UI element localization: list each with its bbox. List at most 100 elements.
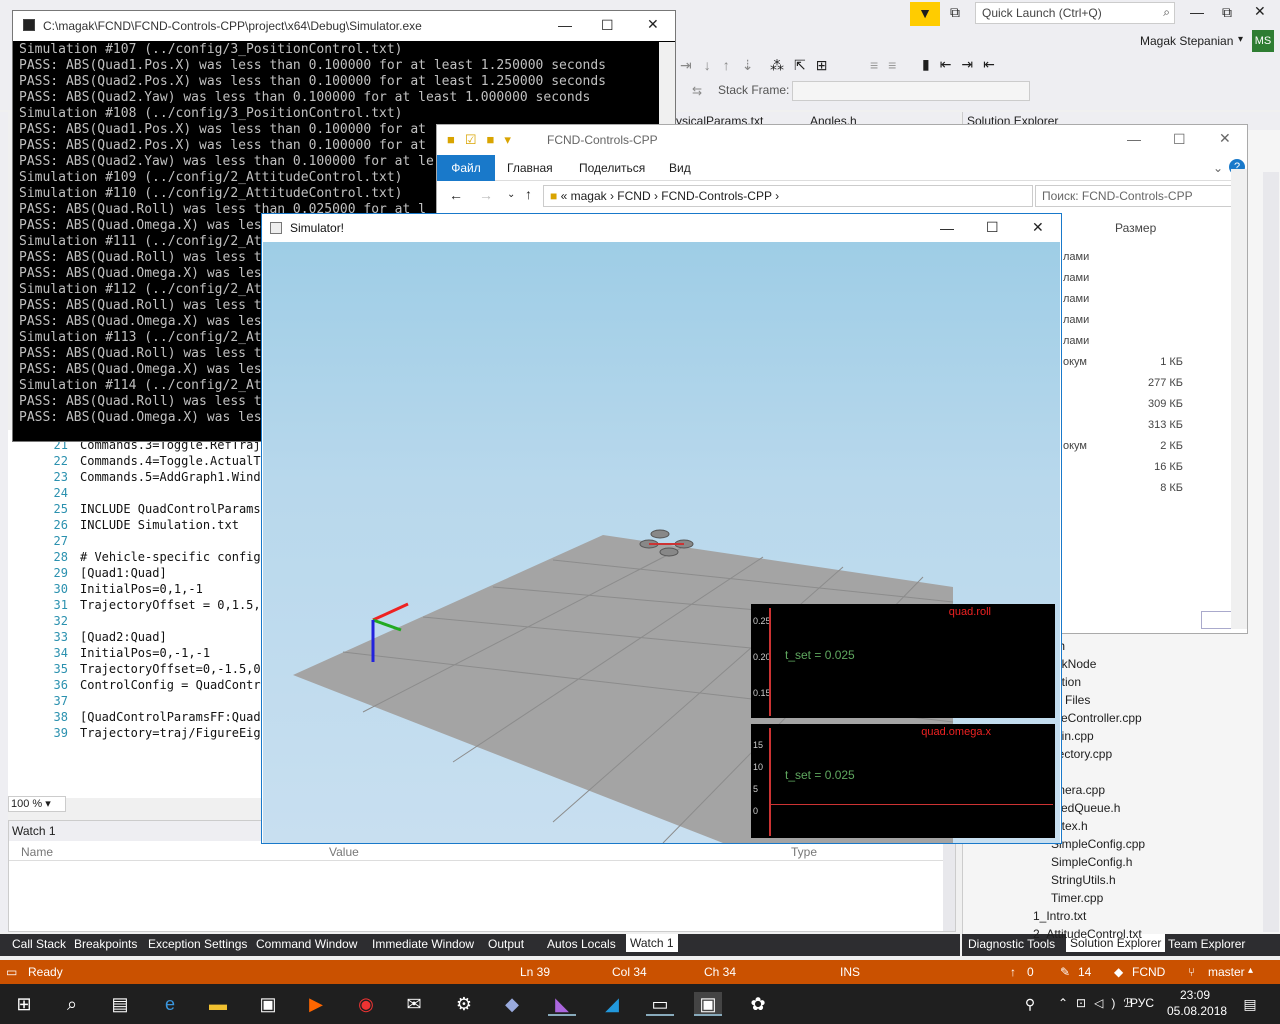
tree-item[interactable]: mera.cpp xyxy=(1055,783,1105,797)
recent-chevron-icon[interactable]: ⌄ xyxy=(507,189,515,200)
path-magak[interactable]: magak xyxy=(571,189,607,203)
repo-icon[interactable]: ◆ xyxy=(1114,965,1123,979)
code-line[interactable]: INCLUDE Simulation.txt xyxy=(80,518,239,532)
tray-icons[interactable]: ⌃⊡◁)ℬ xyxy=(1058,996,1141,1010)
code-line[interactable]: [Quad2:Quad] xyxy=(80,630,167,644)
zoom-dropdown[interactable]: 100 % ▾ xyxy=(8,796,66,812)
mail-icon[interactable]: ✉ xyxy=(400,992,428,1016)
bottom-tab[interactable]: Output xyxy=(488,937,524,951)
code-line[interactable]: TrajectoryOffset=0,-1.5,0 xyxy=(80,662,261,676)
ribbon-share-tab[interactable]: Поделиться xyxy=(579,161,645,175)
up-icon[interactable]: ↑ xyxy=(525,186,532,202)
tree-item[interactable]: jectory.cpp xyxy=(1055,747,1112,761)
network-tool-icon[interactable]: ⚙ xyxy=(450,992,478,1016)
col-type[interactable]: Type xyxy=(791,845,817,859)
sim-minimize-button[interactable]: — xyxy=(940,220,954,236)
ribbon-view-tab[interactable]: Вид xyxy=(669,161,691,175)
comment-icons[interactable]: ≡≡ xyxy=(870,57,906,73)
ribbon-home-tab[interactable]: Главная xyxy=(507,161,553,175)
size-column-header[interactable]: Размер xyxy=(1115,221,1156,235)
notifications-icon[interactable]: ▤ xyxy=(1236,992,1264,1016)
store-icon[interactable]: ▣ xyxy=(254,992,282,1016)
debug-toolbar-icons[interactable]: ⇥↓↑⇣ xyxy=(680,57,765,74)
graph-roll[interactable]: quad.roll 0.25 0.20 0.15 t_set = 0.025 xyxy=(751,604,1055,718)
col-name[interactable]: Name xyxy=(21,845,53,859)
status-repo[interactable]: FCND xyxy=(1132,965,1165,979)
tree-item[interactable]: StringUtils.h xyxy=(1051,873,1116,887)
media-icon[interactable]: ▶ xyxy=(302,992,330,1016)
sim-close-button[interactable]: ✕ xyxy=(1032,219,1044,236)
console-maximize-button[interactable]: ☐ xyxy=(601,17,614,34)
path-fcnd[interactable]: FCND xyxy=(617,189,650,203)
chrome-icon[interactable]: ◉ xyxy=(352,992,380,1016)
status-publish-count[interactable]: 0 xyxy=(1027,965,1034,979)
graph-omega[interactable]: quad.omega.x 15 10 5 0 t_set = 0.025 xyxy=(751,724,1055,838)
notification-icon[interactable]: ⧉ xyxy=(950,4,960,21)
code-line[interactable]: InitialPos=0,-1,-1 xyxy=(80,646,210,660)
branch-chevron-icon[interactable]: ▴ xyxy=(1248,965,1253,976)
solution-scrollbar[interactable] xyxy=(1263,172,1279,932)
clock-date[interactable]: 05.08.2018 xyxy=(1167,1004,1227,1018)
app-icon[interactable]: ◆ xyxy=(498,992,526,1016)
tree-item[interactable]: 1_Intro.txt xyxy=(1033,909,1086,923)
branch-icon[interactable]: ⑂ xyxy=(1188,965,1195,979)
paint-icon[interactable]: ✿ xyxy=(744,992,772,1016)
back-icon[interactable]: ← xyxy=(449,187,463,203)
explorer-search-input[interactable]: Поиск: FCND-Controls-CPP xyxy=(1035,185,1235,207)
explorer-close-button[interactable]: ✕ xyxy=(1219,130,1231,147)
code-line[interactable]: [QuadControlParamsFF:QuadC xyxy=(80,710,268,724)
code-editor[interactable]: 21 Commands.3=Toggle.RefTraje 22 Commands.4… xyxy=(8,430,268,798)
bottom-tab[interactable]: Autos xyxy=(547,937,578,951)
ribbon-file-tab[interactable]: Файл xyxy=(437,155,495,181)
path-controls[interactable]: FCND-Controls-CPP xyxy=(661,189,771,203)
restore-button[interactable]: ⧉ xyxy=(1222,4,1232,21)
tree-item[interactable]: SimpleConfig.h xyxy=(1051,855,1132,869)
filter-icon[interactable]: ▼ xyxy=(910,2,940,26)
code-line[interactable]: # Vehicle-specific config xyxy=(80,550,261,564)
code-line[interactable]: Commands.4=Toggle.ActualTr xyxy=(80,454,268,468)
close-button[interactable]: ✕ xyxy=(1254,3,1266,20)
watch-scrollbar[interactable] xyxy=(943,843,955,931)
address-bar[interactable]: ■ « magak › FCND › FCND-Controls-CPP › xyxy=(543,185,1033,207)
bottom-tab[interactable]: Breakpoints xyxy=(74,937,137,951)
bottom-tab[interactable]: Command Window xyxy=(256,937,357,951)
task-view-icon[interactable]: ▤ xyxy=(106,992,134,1016)
people-icon[interactable]: ⚲ xyxy=(1016,992,1044,1016)
search-icon[interactable]: ⌕ xyxy=(58,992,86,1016)
bottom-tab[interactable]: Exception Settings xyxy=(148,937,247,951)
bookmark-icons[interactable]: ▮⇤⇥⇤ xyxy=(922,56,1005,73)
console-minimize-button[interactable]: — xyxy=(558,17,572,33)
file-explorer-icon[interactable]: ▬ xyxy=(204,992,232,1016)
code-line[interactable]: Trajectory=traj/FigureEigh xyxy=(80,726,268,740)
bottom-tab[interactable]: Immediate Window xyxy=(372,937,474,951)
bottom-tab[interactable]: Call Stack xyxy=(12,937,66,951)
language-indicator[interactable]: РУС xyxy=(1130,996,1154,1010)
console-close-button[interactable]: ✕ xyxy=(647,16,659,33)
tree-item[interactable]: SimpleConfig.cpp xyxy=(1051,837,1145,851)
tree-item[interactable]: seController.cpp xyxy=(1055,711,1142,725)
user-name[interactable]: Magak Stepanian xyxy=(1140,34,1233,48)
code-line[interactable]: INCLUDE QuadControlParams. xyxy=(80,502,268,516)
code-line[interactable]: Commands.5=AddGraph1.Windo xyxy=(80,470,268,484)
toolbar-icons[interactable]: ⁂⇱⊞ xyxy=(770,57,837,74)
col-value[interactable]: Value xyxy=(329,845,359,859)
code-line[interactable]: [Quad1:Quad] xyxy=(80,566,167,580)
sim-maximize-button[interactable]: ☐ xyxy=(986,219,999,236)
simulator-task-icon[interactable]: ▣ xyxy=(694,992,722,1016)
tree-item[interactable]: xedQueue.h xyxy=(1055,801,1120,815)
simulator-viewport[interactable]: quad.roll 0.25 0.20 0.15 t_set = 0.025 q… xyxy=(263,242,1060,844)
status-edits-count[interactable]: 14 xyxy=(1078,965,1091,979)
clock-time[interactable]: 23:09 xyxy=(1180,988,1210,1002)
vscode-icon[interactable]: ◢ xyxy=(598,992,626,1016)
code-line[interactable]: ControlConfig = QuadContro xyxy=(80,678,268,692)
ribbon-expand-icon[interactable]: ⌄ xyxy=(1213,161,1223,175)
right-tab[interactable]: Team Explorer xyxy=(1168,937,1245,951)
chevron-down-icon[interactable]: ▾ xyxy=(1238,34,1243,45)
minimize-button[interactable]: — xyxy=(1190,4,1204,20)
terminal-icon[interactable]: ▭ xyxy=(646,992,674,1016)
pencil-icon[interactable]: ✎ xyxy=(1060,965,1070,979)
bottom-tab[interactable]: Watch 1 xyxy=(626,934,678,952)
bottom-tab[interactable]: Locals xyxy=(581,937,616,951)
quick-launch-input[interactable]: Quick Launch (Ctrl+Q) ⌕ xyxy=(975,2,1175,24)
visual-studio-icon[interactable]: ◣ xyxy=(548,992,576,1016)
